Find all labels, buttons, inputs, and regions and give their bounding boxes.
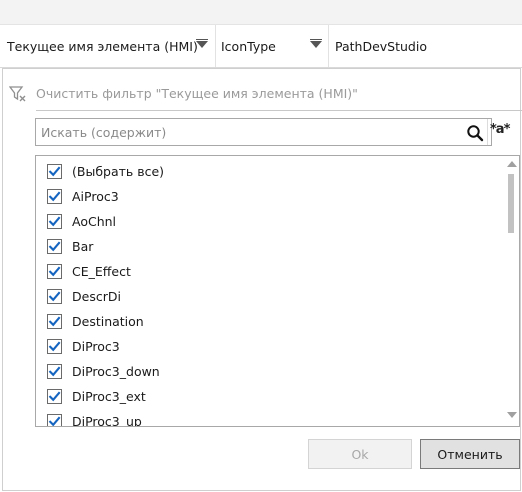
list-item[interactable]: DiProc3_down	[36, 360, 501, 385]
column-separator[interactable]	[328, 25, 329, 67]
list-item[interactable]: Bar	[36, 235, 501, 260]
list-item-label: AoChnl	[72, 214, 117, 229]
checkbox[interactable]	[47, 189, 62, 204]
checkbox[interactable]	[47, 389, 62, 404]
wildcard-search-icon[interactable]: *a*	[490, 122, 510, 137]
list-item-label: (Выбрать все)	[72, 164, 165, 179]
column-filter-popup: Очистить фильтр "Текущее имя элемента (H…	[2, 68, 522, 491]
list-item-label: CE_Effect	[72, 264, 131, 279]
scroll-up-arrow-icon[interactable]	[507, 161, 517, 167]
column-header-label: Текущее имя элемента (HMI)	[7, 38, 198, 54]
list-item-label: DescrDi	[72, 289, 121, 304]
clear-filter-row[interactable]: Очистить фильтр "Текущее имя элемента (H…	[3, 81, 522, 107]
list-item-label: DiProc3_down	[72, 364, 160, 379]
scroll-thumb[interactable]	[508, 174, 514, 233]
list-item-label: Destination	[72, 314, 144, 329]
list-item[interactable]: Destination	[36, 310, 501, 335]
checkbox[interactable]	[47, 414, 62, 426]
value-list: (Выбрать все) AiProc3 AoChnl Bar CE_Effect De…	[35, 155, 520, 427]
column-header-icontype[interactable]: IconType	[221, 25, 316, 67]
list-item[interactable]: DiProc3	[36, 335, 501, 360]
filter-dropdown-icon[interactable]	[196, 39, 208, 48]
divider	[487, 119, 488, 145]
ok-button[interactable]: Ok	[308, 439, 412, 469]
column-header-pathdevstudio[interactable]: PathDevStudio	[335, 25, 515, 67]
select-all-item[interactable]: (Выбрать все)	[36, 160, 501, 185]
checkbox[interactable]	[47, 264, 62, 279]
list-item-label: Bar	[72, 239, 94, 254]
list-item[interactable]: DescrDi	[36, 285, 501, 310]
list-item-label: DiProc3_up	[72, 414, 142, 427]
search-icon[interactable]	[466, 124, 484, 142]
divider	[36, 110, 522, 111]
list-item-label: DiProc3	[72, 339, 120, 354]
checkbox[interactable]	[47, 339, 62, 354]
column-separator[interactable]	[215, 25, 216, 67]
column-header-label: PathDevStudio	[335, 38, 427, 54]
window-top-strip	[0, 0, 522, 25]
list-item[interactable]: DiProc3_up	[36, 410, 501, 427]
checkbox[interactable]	[47, 214, 62, 229]
scroll-down-arrow-icon[interactable]	[507, 412, 517, 418]
list-item-label: AiProc3	[72, 189, 119, 204]
checkbox[interactable]	[47, 239, 62, 254]
checkbox[interactable]	[47, 364, 62, 379]
checkbox[interactable]	[47, 314, 62, 329]
list-item[interactable]: CE_Effect	[36, 260, 501, 285]
vertical-scrollbar[interactable]	[502, 156, 519, 426]
checkbox[interactable]	[47, 289, 62, 304]
filter-dropdown-icon[interactable]	[310, 39, 322, 48]
list-item[interactable]: DiProc3_ext	[36, 385, 501, 410]
search-input[interactable]	[36, 119, 456, 145]
grid-header-row: Текущее имя элемента (HMI) IconType Path…	[0, 25, 522, 68]
cancel-button[interactable]: Отменить	[420, 439, 520, 469]
column-header-hmi-name[interactable]: Текущее имя элемента (HMI)	[7, 25, 212, 67]
clear-filter-icon	[9, 86, 26, 102]
clear-filter-label: Очистить фильтр "Текущее имя элемента (H…	[36, 86, 358, 101]
list-item-label: DiProc3_ext	[72, 389, 146, 404]
column-header-label: IconType	[221, 38, 276, 54]
list-item[interactable]: AoChnl	[36, 210, 501, 235]
list-item[interactable]: AiProc3	[36, 185, 501, 210]
checkbox[interactable]	[47, 164, 62, 179]
search-box: *a*	[35, 118, 510, 146]
